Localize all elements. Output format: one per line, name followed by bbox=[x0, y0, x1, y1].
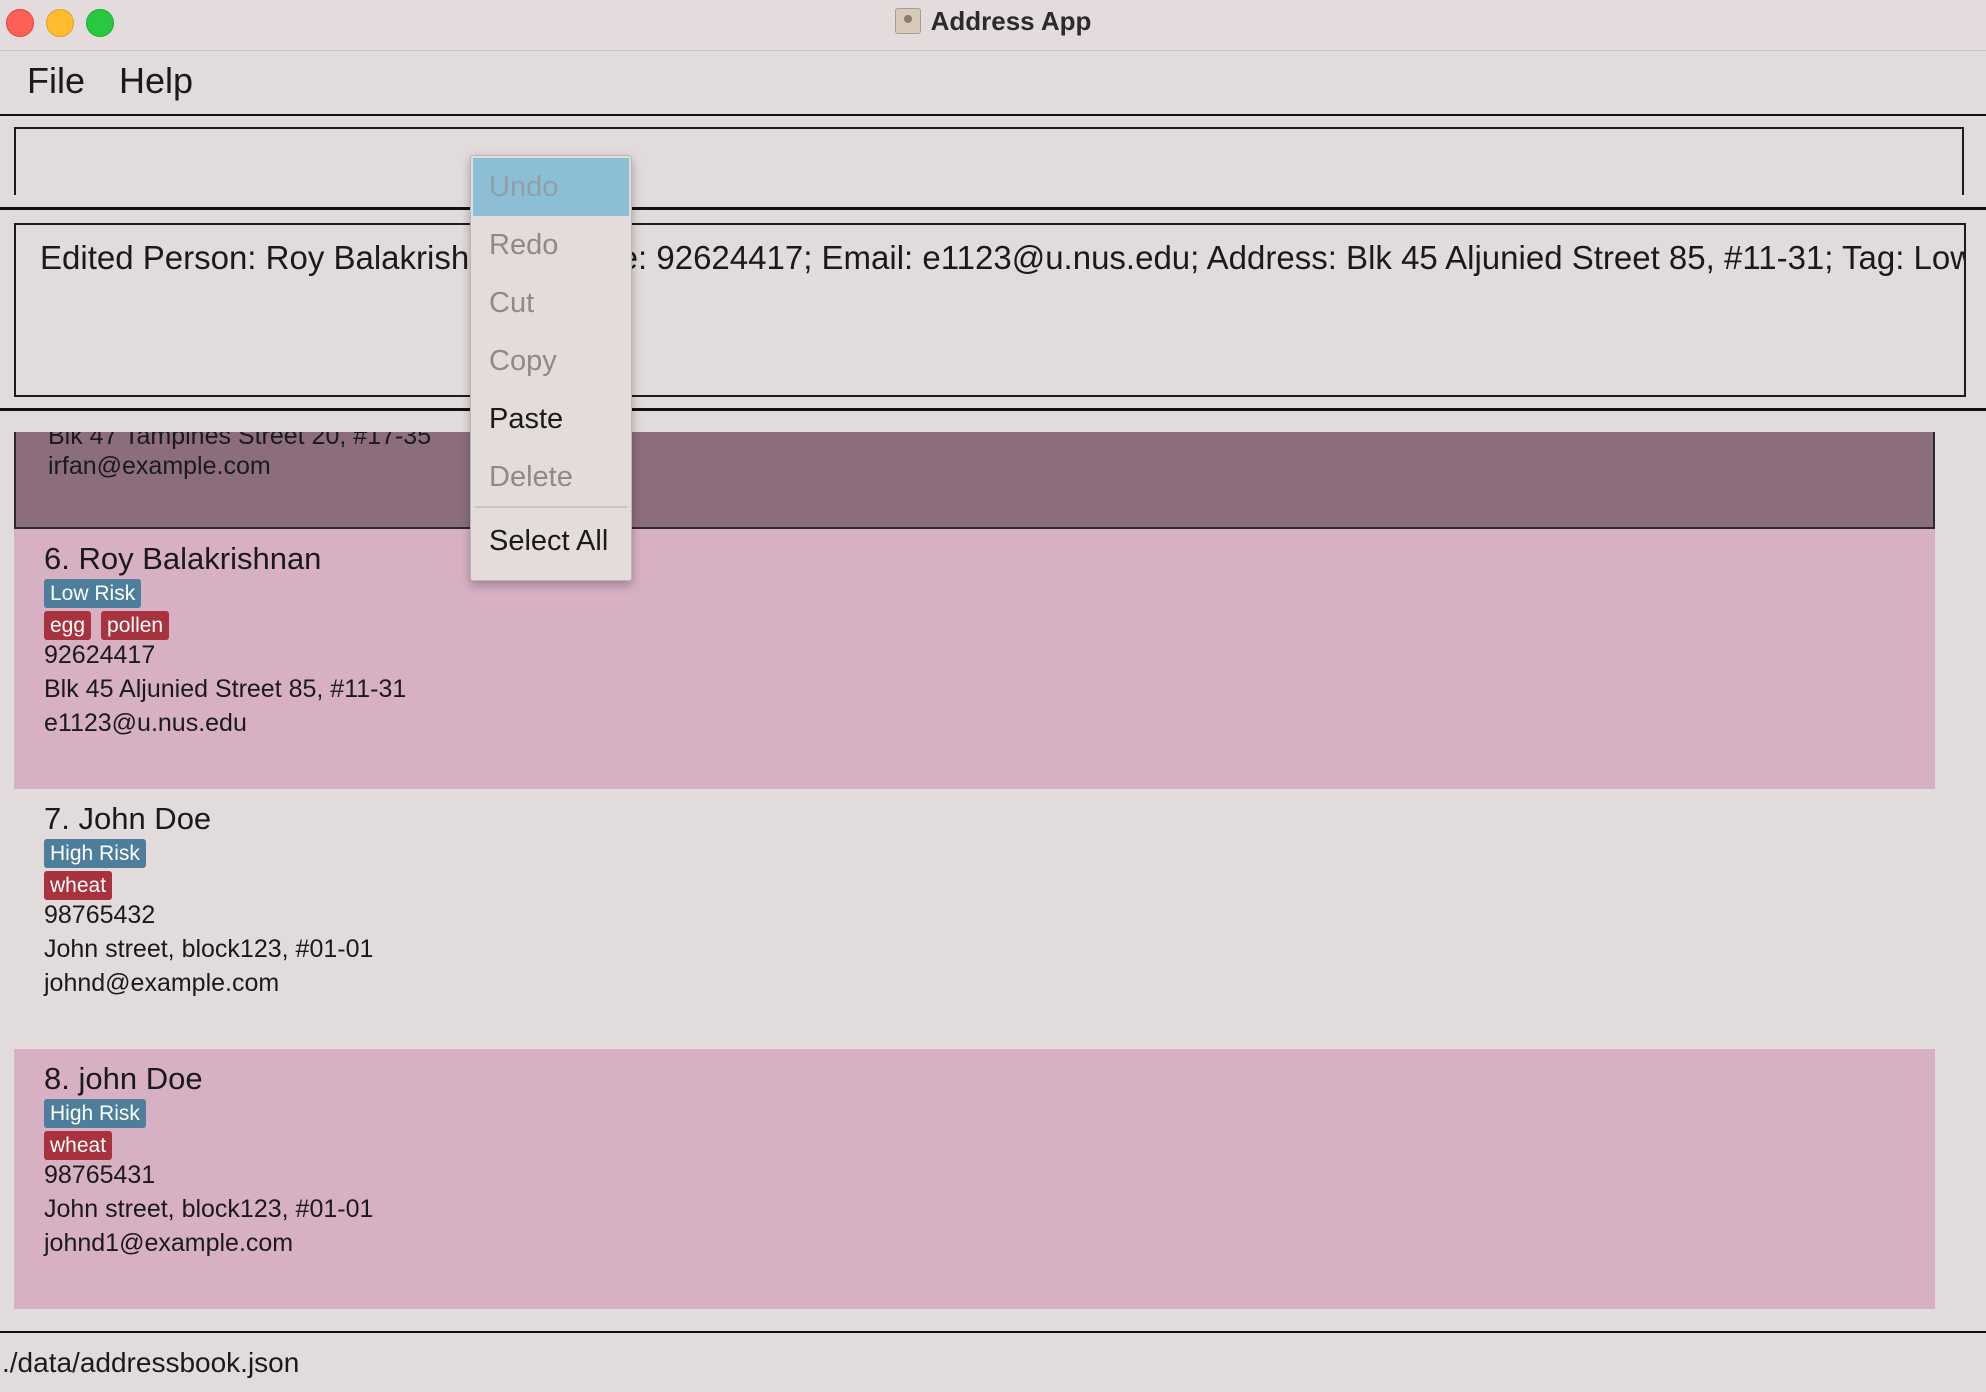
status-divider bbox=[0, 1331, 1986, 1333]
person-email: johnd@example.com bbox=[44, 969, 280, 997]
person-card[interactable]: 6. Roy Balakrishnan Low Risk egg pollen 9… bbox=[14, 529, 1935, 789]
window-title-group: Address App bbox=[0, 6, 1986, 37]
person-phone: 98765432 bbox=[44, 901, 156, 929]
menu-help[interactable]: Help bbox=[119, 60, 193, 102]
risk-tag-row: High Risk bbox=[44, 1099, 156, 1128]
person-email: johnd1@example.com bbox=[44, 1229, 294, 1257]
person-card[interactable]: 8. john Doe High Risk wheat 98765431 Joh… bbox=[14, 1049, 1935, 1309]
command-input[interactable] bbox=[14, 127, 1964, 195]
person-address: John street, block123, #01-01 bbox=[44, 1195, 374, 1223]
menu-divider bbox=[0, 114, 1986, 116]
menu-file[interactable]: File bbox=[27, 60, 85, 102]
allergy-tag: wheat bbox=[44, 871, 113, 900]
result-divider bbox=[0, 408, 1986, 411]
window-title: Address App bbox=[930, 6, 1092, 36]
address-book-icon bbox=[894, 8, 921, 34]
context-menu: Undo Redo Cut Copy Paste Delete Select A… bbox=[470, 155, 632, 581]
person-card[interactable]: 7. John Doe High Risk wheat 98765432 Joh… bbox=[14, 789, 1935, 1049]
person-name: 8. john Doe bbox=[44, 1061, 203, 1096]
allergy-tag-row: egg pollen bbox=[44, 611, 179, 640]
title-bar: Address App bbox=[0, 0, 1986, 51]
allergy-tag: pollen bbox=[101, 611, 170, 640]
person-address: Blk 45 Aljunied Street 85, #11-31 bbox=[44, 675, 407, 703]
risk-tag: High Risk bbox=[44, 839, 146, 868]
risk-tag-row: Low Risk bbox=[44, 579, 151, 608]
person-card-selected[interactable]: Blk 47 Tampines Street 20, #17-35 irfan@… bbox=[14, 432, 1935, 529]
menu-item-cut[interactable]: Cut bbox=[473, 274, 629, 332]
status-file-path: ./data/addressbook.json bbox=[2, 1347, 300, 1378]
command-divider bbox=[0, 207, 1986, 210]
menu-bar: File Help bbox=[0, 52, 1986, 112]
person-phone: 92624417 bbox=[44, 641, 156, 669]
person-address: Blk 47 Tampines Street 20, #17-35 bbox=[48, 432, 432, 450]
risk-tag: Low Risk bbox=[44, 579, 142, 608]
allergy-tag: egg bbox=[44, 611, 92, 640]
allergy-tag-row: wheat bbox=[44, 1131, 122, 1160]
menu-item-undo[interactable]: Undo bbox=[473, 158, 629, 216]
menu-item-delete[interactable]: Delete bbox=[473, 448, 629, 506]
menu-item-redo[interactable]: Redo bbox=[473, 216, 629, 274]
person-name: 7. John Doe bbox=[44, 801, 212, 836]
risk-tag-row: High Risk bbox=[44, 839, 156, 868]
person-phone: 98765431 bbox=[44, 1161, 156, 1189]
person-address: John street, block123, #01-01 bbox=[44, 935, 374, 963]
person-email: irfan@example.com bbox=[48, 452, 271, 480]
person-email: e1123@u.nus.edu bbox=[44, 709, 247, 737]
result-display: Edited Person: Roy Balakrishnan; Phone: … bbox=[14, 223, 1966, 397]
menu-item-copy[interactable]: Copy bbox=[473, 332, 629, 390]
person-name: 6. Roy Balakrishnan bbox=[44, 541, 322, 576]
allergy-tag: wheat bbox=[44, 1131, 113, 1160]
menu-item-select-all[interactable]: Select All bbox=[473, 512, 629, 570]
risk-tag: High Risk bbox=[44, 1099, 146, 1128]
allergy-tag-row: wheat bbox=[44, 871, 122, 900]
menu-separator bbox=[475, 506, 627, 508]
person-list[interactable]: Blk 47 Tampines Street 20, #17-35 irfan@… bbox=[14, 432, 1935, 1310]
menu-item-paste[interactable]: Paste bbox=[473, 390, 629, 448]
result-message: Edited Person: Roy Balakrishnan; Phone: … bbox=[40, 239, 1966, 276]
